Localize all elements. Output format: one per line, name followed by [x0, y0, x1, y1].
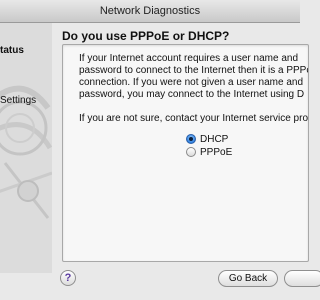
- dhcp-option[interactable]: DHCP: [186, 133, 228, 145]
- dhcp-option-label: DHCP: [200, 133, 229, 145]
- window-titlebar[interactable]: Network Diagnostics: [0, 0, 300, 23]
- description-line: connection. If you were not given a user…: [79, 77, 304, 88]
- description-line: password to connect to the Internet then…: [79, 65, 309, 76]
- help-icon[interactable]: ?: [60, 270, 76, 286]
- pppoe-option[interactable]: PPPoE: [186, 146, 232, 158]
- sidebar: tatus Settings: [0, 23, 52, 273]
- go-back-button[interactable]: Go Back: [218, 270, 278, 287]
- description-line: If your Internet account requires a user…: [79, 53, 299, 64]
- content-panel: If your Internet account requires a user…: [62, 44, 309, 262]
- radio-unselected-icon[interactable]: [186, 147, 196, 157]
- window-title: Network Diagnostics: [99, 5, 201, 17]
- page-title: Do you use PPPoE or DHCP?: [62, 29, 230, 43]
- continue-button[interactable]: [284, 270, 320, 287]
- radio-selected-icon[interactable]: [186, 134, 196, 144]
- sidebar-item-status[interactable]: tatus: [0, 45, 24, 56]
- sidebar-item-settings[interactable]: Settings: [0, 95, 36, 106]
- network-globe-illustration: [0, 85, 52, 219]
- pppoe-option-label: PPPoE: [200, 146, 233, 158]
- description-line: password, you may connect to the Interne…: [79, 89, 305, 100]
- contact-isp-text: If you are not sure, contact your Intern…: [79, 113, 309, 124]
- description-paragraph: If your Internet account requires a user…: [79, 53, 309, 101]
